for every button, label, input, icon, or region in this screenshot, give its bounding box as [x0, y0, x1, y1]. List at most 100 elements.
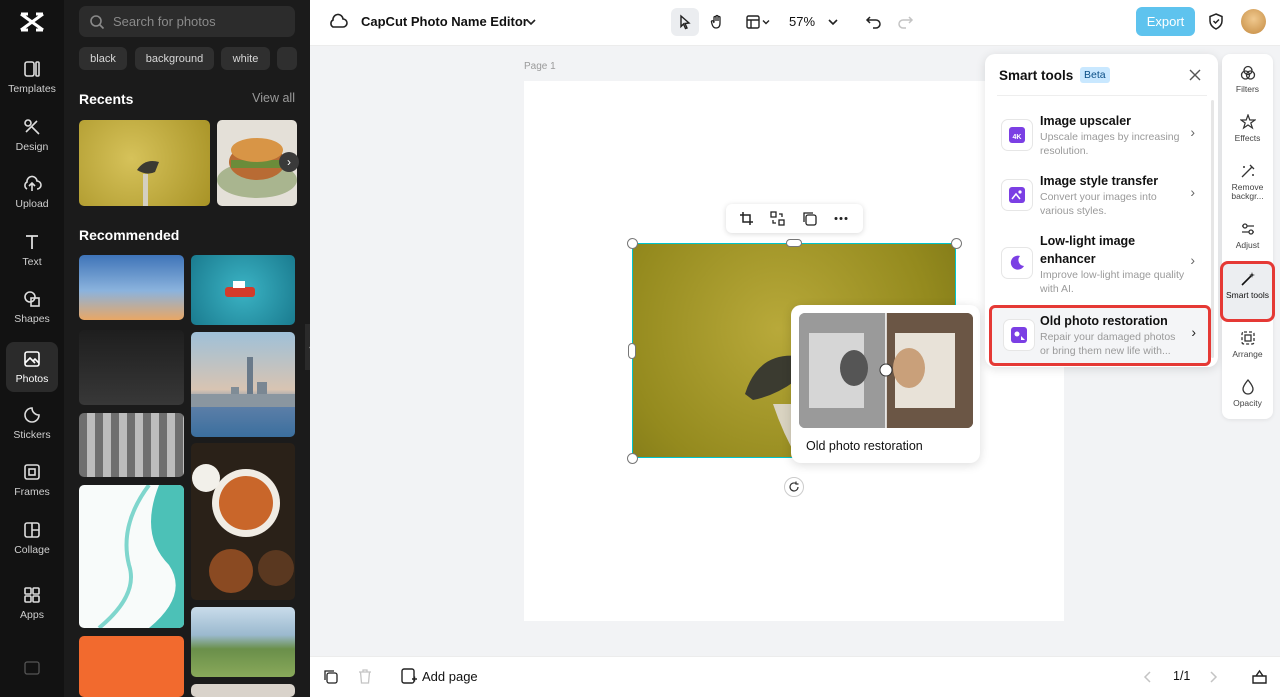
rb-adjust[interactable]: Adjust [1222, 221, 1273, 250]
text-icon [26, 235, 38, 249]
resize-handle[interactable] [627, 238, 638, 249]
shapes-icon [24, 291, 40, 307]
zoom-chevron-down-icon[interactable] [826, 15, 840, 29]
tool-description: Repair your damaged photos or bring them… [1040, 331, 1176, 357]
zoom-level[interactable]: 57% [789, 14, 815, 29]
photo-teal-wave[interactable] [79, 485, 184, 628]
photo-partial[interactable] [191, 684, 295, 697]
close-icon[interactable] [1189, 69, 1201, 81]
chip-background[interactable]: background [135, 47, 214, 70]
style-transfer-icon [1001, 179, 1033, 211]
search-icon [90, 14, 105, 29]
top-bar: CapCut Photo Name Editor 57% Export [310, 0, 1280, 46]
photo-boat-sea[interactable] [191, 255, 295, 325]
rb-effects[interactable]: Effects [1222, 114, 1273, 143]
tool-old-photo-restoration[interactable]: Old photo restoration Repair your damage… [989, 305, 1211, 366]
page-counter: 1/1 [1173, 669, 1191, 683]
rb-label: Filters [1235, 84, 1260, 94]
capcut-logo-icon[interactable] [18, 10, 46, 34]
add-page-button[interactable]: Add page [422, 669, 478, 684]
rail-design[interactable]: Design [6, 110, 58, 160]
export-button[interactable]: Export [1136, 7, 1195, 36]
cloud-icon[interactable] [328, 12, 348, 32]
photo-columns[interactable] [79, 413, 184, 477]
rail-label: Shapes [14, 313, 50, 325]
chevron-right-icon: › [1190, 184, 1195, 200]
photo-orange[interactable] [79, 636, 184, 697]
duplicate-icon[interactable] [802, 211, 817, 226]
resize-handle[interactable] [628, 343, 636, 359]
resize-handle[interactable] [951, 238, 962, 249]
next-page-icon[interactable] [1207, 670, 1219, 684]
tool-description: Upscale images by increasing resolution. [1040, 131, 1180, 157]
chevron-down-icon[interactable] [524, 15, 538, 29]
rb-filters[interactable]: Filters [1222, 65, 1273, 94]
chip-white[interactable]: white [221, 47, 270, 70]
replace-icon[interactable] [770, 211, 785, 226]
duplicate-page-icon[interactable] [323, 669, 338, 684]
rb-smart-tools[interactable]: Smart tools [1222, 271, 1273, 300]
shield-icon[interactable] [1207, 12, 1225, 31]
templates-icon [24, 61, 40, 77]
tool-low-light-enhancer[interactable]: Low-light image enhancer Improve low-lig… [995, 230, 1205, 300]
resize-handle[interactable] [627, 453, 638, 464]
resize-handle[interactable] [786, 239, 802, 247]
trash-icon[interactable] [358, 669, 372, 684]
rail-text[interactable]: Text [6, 225, 58, 275]
rail-frames[interactable]: Frames [6, 455, 58, 505]
layout-icon [746, 15, 760, 29]
chip-more[interactable] [277, 47, 297, 70]
smart-tools-panel: Smart tools Beta 4K Image upscaler Upsca… [985, 54, 1218, 367]
select-tool-button[interactable] [671, 8, 699, 36]
layers-icon[interactable] [1251, 668, 1268, 685]
moon-icon [1001, 247, 1033, 279]
hand-tool-button[interactable] [703, 8, 731, 36]
tool-name: Image upscaler [1040, 114, 1132, 128]
chip-black[interactable]: black [79, 47, 127, 70]
more-options-icon[interactable] [833, 211, 849, 226]
layout-button[interactable] [740, 8, 776, 36]
tool-name: Image style transfer [1040, 174, 1159, 188]
rail-apps[interactable]: Apps [6, 578, 58, 628]
rail-shapes[interactable]: Shapes [6, 282, 58, 332]
smart-tools-icon [1240, 272, 1255, 286]
photo-city-sky[interactable] [79, 255, 184, 320]
tool-image-upscaler[interactable]: 4K Image upscaler Upscale images by incr… [995, 110, 1205, 166]
keyboard-icon[interactable] [24, 661, 40, 675]
rb-arrange[interactable]: Arrange [1222, 330, 1273, 359]
rail-photos[interactable]: Photos [6, 342, 58, 392]
photo-skyline[interactable] [191, 332, 295, 437]
carousel-next-button[interactable]: › [279, 152, 299, 172]
search-input[interactable]: Search for photos [79, 6, 295, 37]
rail-stickers[interactable]: Stickers [6, 398, 58, 448]
rail-upload[interactable]: Upload [6, 167, 58, 217]
photos-icon [24, 351, 40, 367]
crop-icon[interactable] [739, 211, 754, 226]
rb-opacity[interactable]: Opacity [1222, 379, 1273, 408]
cursor-icon [680, 14, 691, 30]
effects-icon [1239, 114, 1256, 130]
collage-icon [24, 522, 40, 538]
photo-ramen[interactable] [191, 443, 295, 600]
tool-description: Convert your images into various styles. [1040, 191, 1157, 217]
rotate-icon [789, 481, 799, 492]
rb-remove-background[interactable]: Remove backgr... [1222, 163, 1273, 201]
view-all-link[interactable]: View all [252, 91, 295, 105]
rail-collage[interactable]: Collage [6, 513, 58, 563]
rail-templates[interactable]: Templates [6, 52, 58, 102]
photo-landscape[interactable] [191, 607, 295, 677]
prev-page-icon[interactable] [1142, 670, 1154, 684]
photo-dark-texture[interactable] [79, 330, 184, 405]
scrollbar[interactable] [1211, 100, 1214, 358]
undo-icon[interactable] [865, 13, 882, 30]
avatar[interactable] [1241, 9, 1266, 34]
rotate-handle[interactable] [784, 477, 804, 497]
restoration-icon [1003, 319, 1035, 351]
recent-photo-bird[interactable] [79, 120, 210, 206]
tool-image-style-transfer[interactable]: Image style transfer Convert your images… [995, 170, 1205, 226]
redo-icon[interactable] [897, 13, 914, 30]
add-page-icon[interactable] [401, 668, 417, 684]
bottom-bar: Add page 1/1 [310, 656, 1280, 697]
document-title[interactable]: CapCut Photo Name Editor [361, 14, 528, 29]
rail-label: Frames [14, 486, 50, 498]
